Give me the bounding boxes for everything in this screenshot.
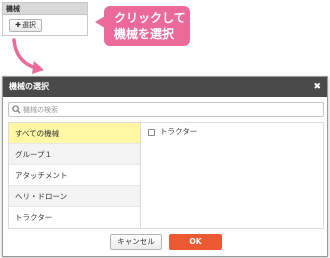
machine-field: 機械 ✚選択: [2, 2, 88, 36]
category-item-all[interactable]: すべての機械: [9, 123, 140, 144]
machine-label: トラクター: [160, 127, 198, 136]
machine-list: トラクター: [142, 123, 323, 228]
selection-lists: すべての機械 グループ１ アタッチメント ヘリ・ドローン トラクター トラクター: [8, 122, 324, 229]
category-item-attachment[interactable]: アタッチメント: [9, 165, 140, 186]
category-item-heli-drone[interactable]: ヘリ・ドローン: [9, 186, 140, 207]
category-item-tractor[interactable]: トラクター: [9, 207, 140, 228]
category-item-group1[interactable]: グループ１: [9, 144, 140, 165]
search-icon: [12, 105, 21, 114]
machine-search-input[interactable]: [23, 103, 313, 116]
field-header: 機械: [3, 3, 87, 15]
machine-checkbox[interactable]: [148, 128, 155, 136]
close-icon[interactable]: ✖: [313, 77, 321, 97]
select-button-label: 選択: [21, 21, 36, 29]
category-list: すべての機械 グループ１ アタッチメント ヘリ・ドローン トラクター: [9, 123, 141, 228]
dialog-header: 機械の選択 ✖: [3, 77, 327, 97]
ok-button[interactable]: OK: [169, 234, 222, 250]
callout-line-2: 機械を選択: [114, 27, 175, 41]
machine-select-dialog: 機械の選択 ✖ すべての機械 グループ１ アタッチメント ヘリ・ドローン トラク…: [2, 76, 328, 257]
search-box: [8, 102, 324, 117]
machine-item[interactable]: トラクター: [142, 123, 323, 141]
select-machine-button[interactable]: ✚選択: [9, 19, 42, 32]
callout-line-1: クリックして: [114, 11, 186, 25]
cancel-button[interactable]: キャンセル: [110, 234, 162, 250]
plus-icon: ✚: [15, 21, 21, 29]
dialog-footer: キャンセル OK: [3, 233, 327, 255]
instruction-callout: クリックして 機械を選択: [95, 6, 190, 46]
dialog-title: 機械の選択: [9, 82, 49, 91]
